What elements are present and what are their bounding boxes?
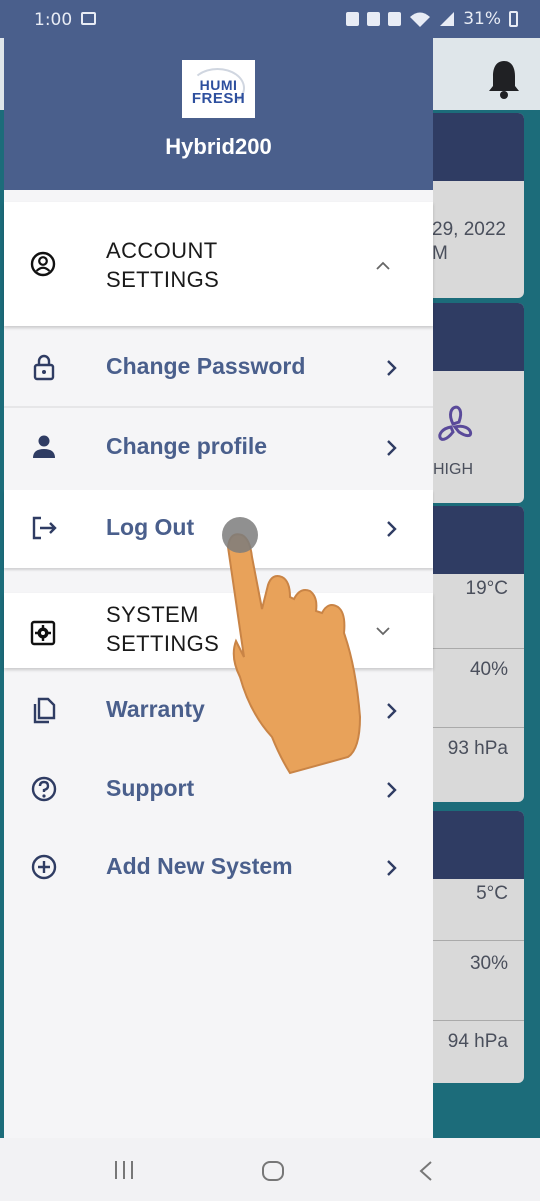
bell-icon[interactable] [485,58,523,100]
chevron-down-icon [376,627,390,636]
copy-icon [33,697,56,724]
change-profile-item[interactable]: Change profile [4,409,433,487]
logout-icon [32,516,57,540]
add-new-system-label: Add New System [106,853,293,879]
date-text-2: M [432,243,448,264]
chevron-right-icon [387,703,397,719]
fan-icon [438,405,472,441]
change-password-label: Change Password [106,353,306,379]
support-label: Support [106,775,195,801]
chevron-right-icon [387,440,397,456]
touch-hand-indicator [222,517,362,775]
humidity-value-2: 30% [469,953,508,974]
add-circle-icon [31,854,57,880]
change-profile-label: Change profile [106,433,268,459]
chevron-up-icon [376,261,390,270]
temperature-value: 19°C [465,578,508,599]
humidity-value: 40% [469,659,508,680]
status-icons: 31% [346,9,518,29]
humifresh-logo: HUMI FRESH [182,60,255,118]
account-circle-icon [30,251,56,277]
person-icon [33,435,55,458]
status-bar: 1:00 31% [0,0,540,38]
help-icon [31,776,57,802]
account-settings-section[interactable]: ACCOUNT SETTINGS [4,202,433,326]
log-out-label: Log Out [106,514,195,540]
status-time: 1:00 [34,10,73,30]
navigation-bar [0,1138,540,1201]
pressure-value-2: 94 hPa [447,1031,508,1052]
system-settings-title-2: SETTINGS [106,631,220,656]
home-icon[interactable] [261,1160,285,1182]
device-name: Hybrid200 [165,134,272,159]
gallery-icon [81,12,96,25]
logo-text-2: FRESH [191,90,246,107]
drawer-header: HUMI FRESH Hybrid200 [4,38,433,190]
warranty-label: Warranty [106,696,205,722]
temperature-value-2: 5°C [476,883,508,904]
account-settings-title-2: SETTINGS [106,267,220,292]
battery-percent: 31% [463,9,501,29]
system-settings-title: SYSTEM [106,602,199,627]
wifi-icon [410,12,431,27]
lock-status-icon [346,12,360,26]
account-settings-title: ACCOUNT [106,238,218,263]
change-password-item[interactable]: Change Password [4,329,433,407]
chevron-right-icon [387,360,397,376]
battery-icon [509,11,518,27]
signal-icon [440,12,455,26]
add-new-system-item[interactable]: Add New System [4,829,433,907]
alarm-icon [367,12,381,26]
chevron-right-icon [387,782,397,798]
date-text: 29, 2022 [432,219,506,240]
chevron-right-icon [387,860,397,876]
mute-icon [388,12,402,26]
fan-speed-label: HIGH [433,461,473,478]
chevron-right-icon [387,521,397,537]
settings-gear-icon [30,620,56,646]
back-icon[interactable] [418,1160,434,1182]
date-card [432,113,524,298]
pressure-value: 93 hPa [447,738,508,759]
recent-apps-icon[interactable] [113,1160,137,1180]
lock-icon [33,354,55,381]
